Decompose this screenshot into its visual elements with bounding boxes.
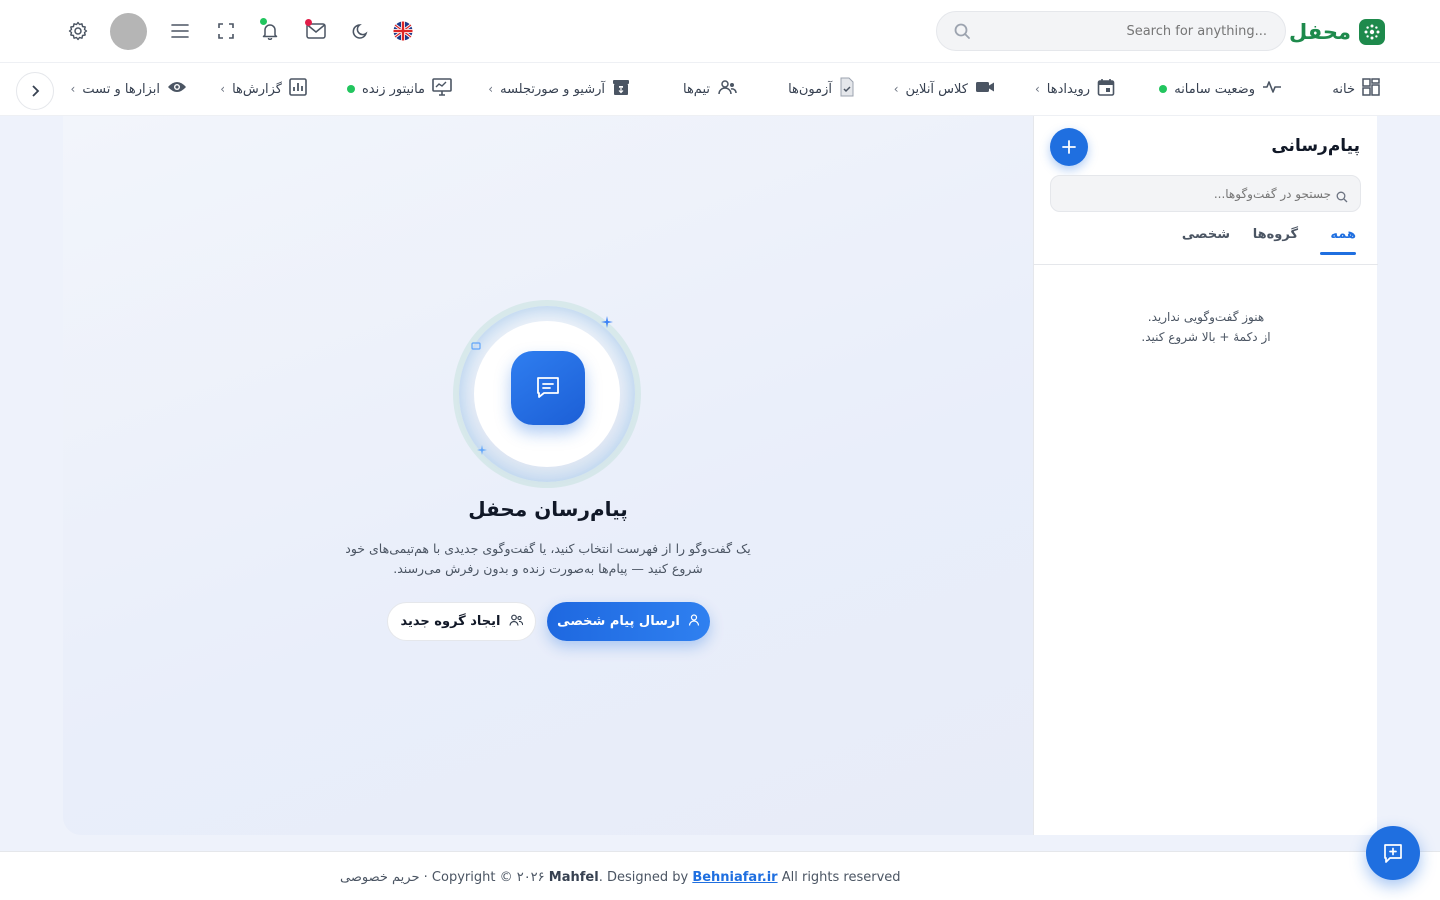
tab-all[interactable]: همه [1330, 227, 1356, 242]
nav-item-live-monitor[interactable]: مانیتور زنده [346, 63, 452, 115]
main-nav: خانه وضعیت سامانه رویدادها › کلاس آنلاین… [0, 63, 1440, 116]
group-users-icon [508, 614, 523, 630]
video-icon [975, 80, 995, 98]
active-tab-indicator [1320, 252, 1356, 255]
chevron-left-icon: › [1034, 82, 1040, 96]
settings-gear-icon[interactable] [65, 18, 91, 44]
plus-icon [1062, 140, 1076, 154]
notification-bell-icon[interactable] [257, 18, 283, 44]
brand[interactable]: محفل [1289, 16, 1385, 48]
sparkle-icon [477, 445, 487, 455]
privacy-link[interactable]: حریم خصوصی [340, 870, 420, 885]
eye-icon [167, 80, 187, 98]
nav-item-tools[interactable]: ابزارها و تست › [71, 63, 187, 115]
pulse-icon [1262, 80, 1282, 98]
designed-by-text: . Designed by [598, 870, 689, 885]
conversation-search-input[interactable] [1061, 176, 1331, 211]
messenger-hero-badge [459, 306, 635, 482]
rights-text: All rights reserved [781, 870, 901, 885]
search-icon [1336, 188, 1348, 207]
status-dot [346, 85, 355, 93]
mail-icon[interactable] [303, 18, 329, 44]
chat-add-icon [1384, 844, 1402, 863]
designer-link[interactable]: Behniafar.ir [692, 870, 777, 885]
report-icon [289, 78, 307, 100]
dark-mode-moon-icon[interactable] [348, 18, 374, 44]
mail-notification-dot [305, 19, 312, 26]
global-search-input[interactable] [985, 23, 1275, 39]
chevron-left-icon: › [488, 82, 494, 96]
chevron-right-icon [32, 85, 40, 97]
chevron-left-icon: › [893, 82, 899, 96]
language-flag-icon[interactable] [390, 18, 416, 44]
nav-item-teams[interactable]: تیم‌ها [683, 63, 737, 115]
nav-item-archive[interactable]: آرشیو و صورتجلسه › [488, 63, 630, 115]
nav-item-online-class[interactable]: کلاس آنلاین › [894, 63, 995, 115]
brand-logo-icon [1359, 19, 1385, 45]
sparkle-icon [601, 316, 613, 328]
hero-description: یک گفت‌وگو را از فهرست انتخاب کنید، یا گ… [345, 541, 751, 576]
mini-chat-icon [471, 342, 481, 350]
empty-state: هنوز گفت‌وگویی ندارید. از دکمهٔ + بالا ش… [1034, 307, 1378, 347]
empty-state-line-1: هنوز گفت‌وگویی ندارید. [1147, 310, 1265, 324]
nav-scroll-button[interactable] [16, 72, 54, 110]
tab-personal[interactable]: شخصی [1182, 227, 1230, 242]
nav-item-events[interactable]: رویدادها › [1035, 63, 1115, 115]
nav-item-home[interactable]: خانه [1332, 63, 1380, 115]
sidebar-title: پیام‌رسانی [1271, 136, 1360, 156]
chevron-left-icon: › [220, 82, 226, 96]
calendar-icon [1097, 78, 1115, 100]
hero-title: پیام‌رسان محفل [468, 497, 628, 521]
chat-bubble-icon [511, 351, 585, 425]
global-search[interactable] [936, 11, 1286, 51]
create-group-button[interactable]: ایجاد گروه جدید [387, 602, 536, 641]
conversations-sidebar: پیام‌رسانی همه گروه‌ها شخصی هنوز گفت‌وگو… [1033, 116, 1378, 835]
nav-item-exams[interactable]: آزمون‌ها [788, 63, 855, 115]
monitor-icon [432, 78, 452, 100]
footer: حریم خصوصی · Copyright © ۲۰۲۶ Mahfel. De… [0, 851, 1440, 900]
dashboard-icon [1362, 78, 1380, 100]
brand-name: محفل [1289, 20, 1351, 44]
nav-item-system-status[interactable]: وضعیت سامانه [1159, 63, 1282, 115]
footer-text: حریم خصوصی · Copyright © ۲۰۲۶ Mahfel. De… [340, 870, 901, 885]
empty-state-line-2: از دکمهٔ + بالا شروع کنید. [1141, 330, 1271, 344]
search-icon [953, 22, 971, 44]
user-icon [688, 613, 700, 630]
menu-hamburger-icon[interactable] [167, 18, 193, 44]
fullscreen-icon[interactable] [213, 18, 239, 44]
copyright-text: · Copyright © ۲۰۲۶ [423, 870, 545, 885]
tab-groups[interactable]: گروه‌ها [1253, 227, 1298, 242]
footer-brand: Mahfel [548, 870, 599, 885]
archive-icon [612, 78, 630, 100]
exam-icon [839, 77, 855, 101]
send-direct-message-button[interactable]: ارسال پیام شخصی [547, 602, 710, 641]
new-conversation-button[interactable] [1050, 128, 1088, 166]
conversation-tabs: همه گروه‌ها شخصی [1034, 216, 1378, 265]
conversation-search[interactable] [1050, 175, 1361, 212]
floating-chat-button[interactable] [1366, 826, 1420, 880]
status-dot [1159, 85, 1168, 93]
bell-notification-dot [260, 18, 267, 25]
top-header: محفل [0, 0, 1440, 63]
team-icon [717, 79, 737, 99]
chevron-left-icon: › [70, 82, 76, 96]
user-avatar[interactable] [110, 13, 147, 50]
nav-item-reports[interactable]: گزارش‌ها › [220, 63, 307, 115]
